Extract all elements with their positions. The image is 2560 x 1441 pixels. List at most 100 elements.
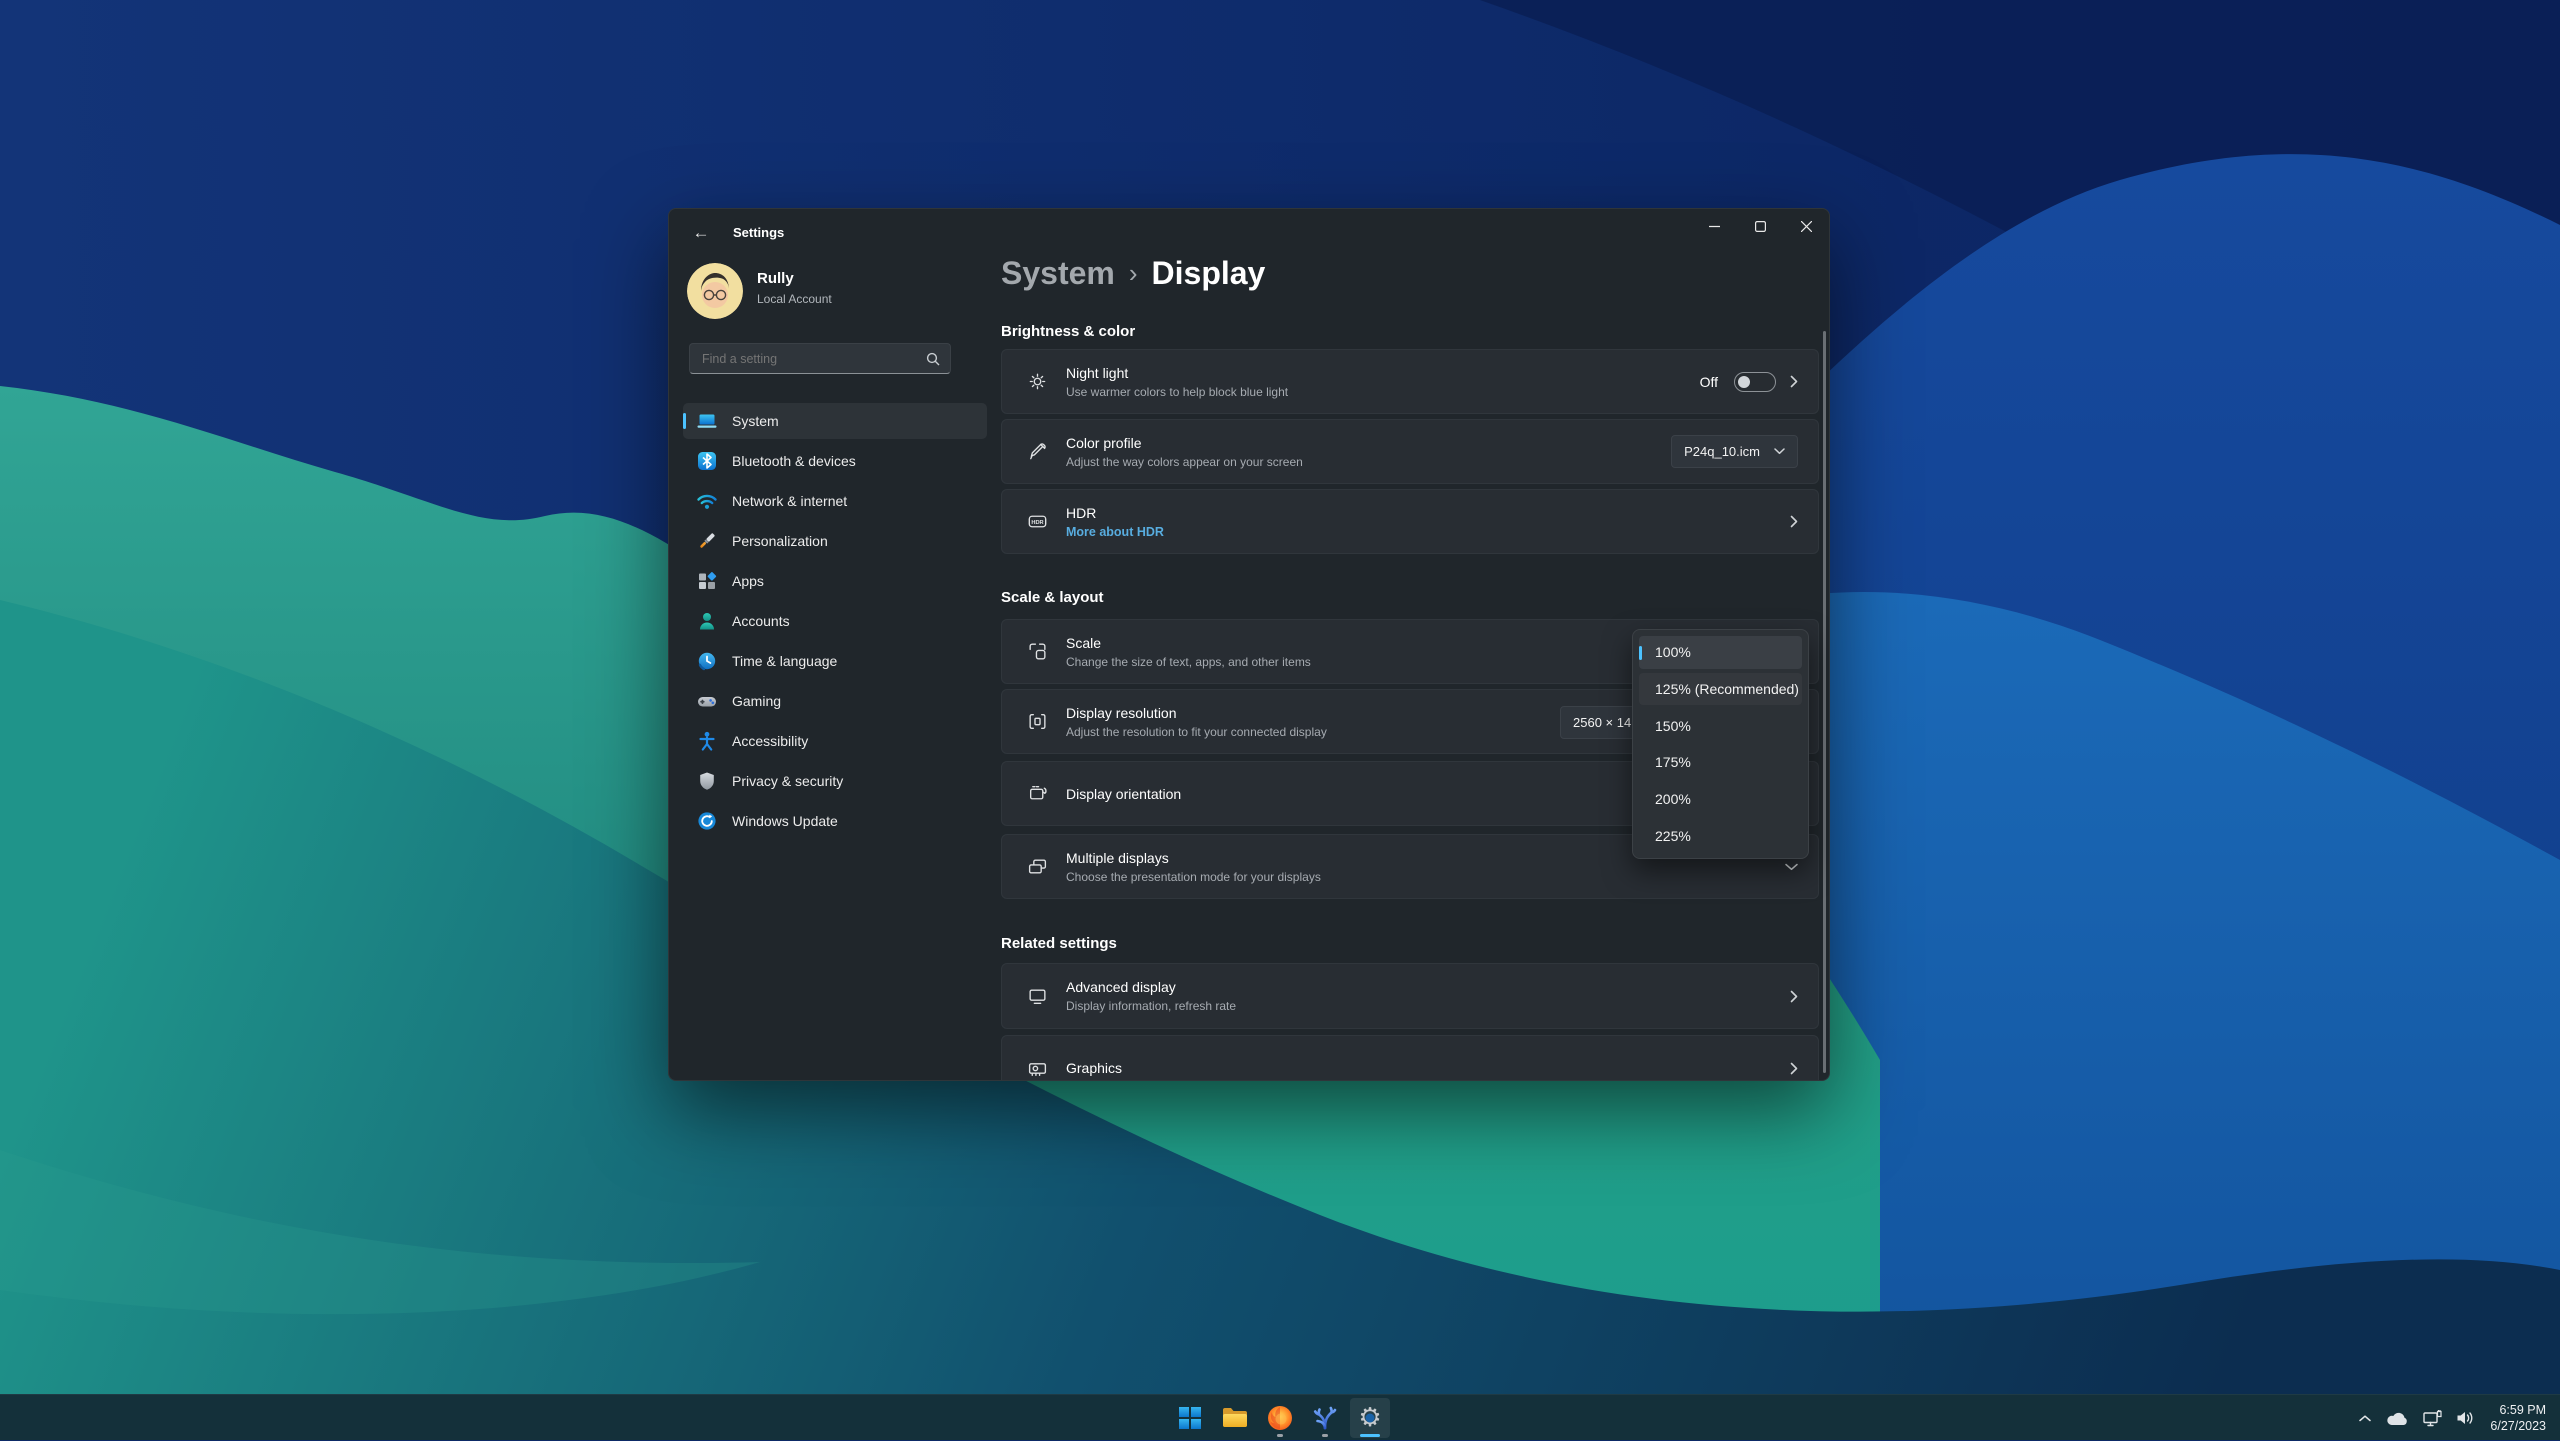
running-indicator xyxy=(1322,1434,1328,1437)
settings-window: ← Settings Rully Local Account xyxy=(668,208,1830,1081)
active-indicator xyxy=(1360,1434,1380,1437)
option-label: 175% xyxy=(1655,754,1691,770)
system-tray: 6:59 PM 6/27/2023 xyxy=(2352,1395,2552,1441)
color-profile-dropdown[interactable]: P24q_10.icm xyxy=(1671,435,1798,468)
sidebar-item-windows-update[interactable]: Windows Update xyxy=(683,803,987,839)
sidebar-item-gaming[interactable]: Gaming xyxy=(683,683,987,719)
accounts-icon xyxy=(696,610,718,632)
sidebar-item-label: Accessibility xyxy=(732,733,808,749)
breadcrumb-system[interactable]: System xyxy=(1001,255,1115,292)
option-label: 200% xyxy=(1655,791,1691,807)
back-button[interactable]: ← xyxy=(683,218,719,248)
sidebar-item-accounts[interactable]: Accounts xyxy=(683,603,987,639)
row-title: Color profile xyxy=(1066,435,1303,451)
network-tray-button[interactable] xyxy=(2416,1398,2449,1438)
chevron-right-icon xyxy=(1790,375,1798,388)
running-indicator xyxy=(1277,1434,1283,1437)
section-scale-layout: Scale & layout xyxy=(1001,589,1104,606)
advanced-display-row[interactable]: Advanced display Display information, re… xyxy=(1001,963,1819,1029)
selected-indicator xyxy=(1639,646,1642,660)
user-name: Rully xyxy=(757,270,794,287)
search-box[interactable] xyxy=(689,343,951,374)
night-light-row[interactable]: Night light Use warmer colors to help bl… xyxy=(1001,349,1819,414)
breadcrumb-separator-icon: › xyxy=(1129,258,1138,289)
hdr-row[interactable]: HDR HDR More about HDR xyxy=(1001,489,1819,554)
scale-option-175[interactable]: 175% xyxy=(1639,746,1802,779)
sidebar-item-personalization[interactable]: Personalization xyxy=(683,523,987,559)
onedrive-icon xyxy=(2385,1411,2409,1426)
row-subtitle: Choose the presentation mode for your di… xyxy=(1066,870,1321,884)
page-title: Display xyxy=(1152,255,1266,292)
row-subtitle: Display information, refresh rate xyxy=(1066,999,1236,1013)
chevron-right-icon xyxy=(1790,515,1798,528)
avatar[interactable] xyxy=(687,263,743,319)
apps-icon xyxy=(696,570,718,592)
coral-app-button[interactable] xyxy=(1305,1398,1345,1438)
color-profile-row[interactable]: Color profile Adjust the way colors appe… xyxy=(1001,419,1819,484)
selected-indicator xyxy=(683,413,686,429)
coral-app-icon xyxy=(1312,1405,1338,1431)
accessibility-icon xyxy=(696,730,718,752)
display-resolution-icon xyxy=(1026,711,1048,733)
chevron-up-icon xyxy=(2359,1415,2371,1422)
network-icon xyxy=(2423,1410,2442,1427)
window-title: Settings xyxy=(733,209,784,257)
scale-dropdown-flyout: 100% 125% (Recommended) 150% 175% 200% 2… xyxy=(1632,629,1809,859)
sidebar-item-accessibility[interactable]: Accessibility xyxy=(683,723,987,759)
night-light-toggle[interactable] xyxy=(1734,372,1776,392)
firefox-button[interactable] xyxy=(1260,1398,1300,1438)
titlebar: ← Settings xyxy=(669,209,1829,257)
volume-tray-button[interactable] xyxy=(2449,1398,2482,1438)
network-icon xyxy=(696,490,718,512)
sidebar-nav: System Bluetooth & devices Network & int… xyxy=(683,403,987,839)
row-subtitle: Adjust the way colors appear on your scr… xyxy=(1066,455,1303,469)
sidebar-item-network-internet[interactable]: Network & internet xyxy=(683,483,987,519)
maximize-button[interactable] xyxy=(1737,209,1783,243)
row-title: Multiple displays xyxy=(1066,850,1321,866)
file-explorer-icon xyxy=(1222,1407,1248,1429)
scale-option-125-recommended[interactable]: 125% (Recommended) xyxy=(1639,673,1802,706)
graphics-row[interactable]: Graphics xyxy=(1001,1035,1819,1081)
firefox-icon xyxy=(1267,1405,1293,1431)
sidebar-item-apps[interactable]: Apps xyxy=(683,563,987,599)
minimize-button[interactable] xyxy=(1691,209,1737,243)
chevron-down-icon xyxy=(1785,863,1798,871)
search-icon xyxy=(926,352,940,366)
section-brightness-color: Brightness & color xyxy=(1001,323,1135,340)
chevron-right-icon xyxy=(1790,1062,1798,1075)
search-input[interactable] xyxy=(700,351,926,367)
gaming-icon xyxy=(696,690,718,712)
toggle-knob xyxy=(1738,376,1750,388)
close-button[interactable] xyxy=(1783,209,1829,243)
sidebar-item-privacy-security[interactable]: Privacy & security xyxy=(683,763,987,799)
file-explorer-button[interactable] xyxy=(1215,1398,1255,1438)
tray-overflow-button[interactable] xyxy=(2352,1398,2378,1438)
row-title: Advanced display xyxy=(1066,979,1236,995)
maximize-icon xyxy=(1755,221,1766,232)
tray-time: 6:59 PM xyxy=(2499,1402,2546,1418)
privacy-security-icon xyxy=(696,770,718,792)
bluetooth-icon xyxy=(696,450,718,472)
toggle-state-label: Off xyxy=(1700,374,1718,390)
taskbar-clock[interactable]: 6:59 PM 6/27/2023 xyxy=(2482,1402,2552,1434)
sidebar-item-bluetooth-devices[interactable]: Bluetooth & devices xyxy=(683,443,987,479)
scale-option-225[interactable]: 225% xyxy=(1639,819,1802,852)
scale-option-200[interactable]: 200% xyxy=(1639,783,1802,816)
start-button[interactable] xyxy=(1170,1398,1210,1438)
night-light-icon xyxy=(1026,371,1048,393)
scale-option-100[interactable]: 100% xyxy=(1639,636,1802,669)
more-about-hdr-link[interactable]: More about HDR xyxy=(1066,525,1164,539)
option-label: 150% xyxy=(1655,718,1691,734)
row-subtitle: Use warmer colors to help block blue lig… xyxy=(1066,385,1288,399)
sidebar-item-system[interactable]: System xyxy=(683,403,987,439)
sidebar-item-label: Network & internet xyxy=(732,493,847,509)
settings-taskbar-button[interactable]: ⚙ xyxy=(1350,1398,1390,1438)
onedrive-tray-button[interactable] xyxy=(2378,1398,2416,1438)
color-profile-icon xyxy=(1026,441,1048,463)
row-title: HDR xyxy=(1066,505,1164,521)
sidebar-item-time-language[interactable]: Time & language xyxy=(683,643,987,679)
display-resolution-value: 2560 × 14 xyxy=(1573,715,1631,730)
scale-option-150[interactable]: 150% xyxy=(1639,709,1802,742)
row-subtitle: Change the size of text, apps, and other… xyxy=(1066,655,1311,669)
scrollbar[interactable] xyxy=(1823,331,1826,1073)
